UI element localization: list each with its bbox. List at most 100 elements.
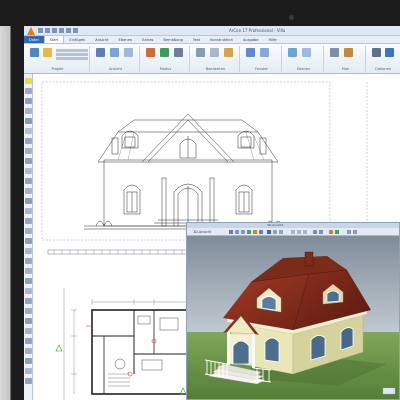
layer-tool-icon[interactable] xyxy=(25,268,32,274)
options-button[interactable] xyxy=(370,48,382,66)
plants-icon[interactable] xyxy=(335,230,339,234)
delete-tool-icon[interactable] xyxy=(25,348,32,354)
light-tool-icon[interactable] xyxy=(25,208,32,214)
ribbon-group-modus: Modus xyxy=(142,46,190,72)
print-icon[interactable] xyxy=(73,28,78,33)
decorate-mode-button[interactable] xyxy=(158,48,170,66)
windows-icon xyxy=(245,48,255,57)
save-icon[interactable] xyxy=(52,28,57,33)
app-logo-icon[interactable] xyxy=(27,27,35,35)
section-tool-icon[interactable] xyxy=(25,228,32,234)
ribbon-group-label: Plan xyxy=(341,67,350,71)
symbol-tool-icon[interactable] xyxy=(25,258,32,264)
move-tool-icon[interactable] xyxy=(25,338,32,344)
column-tool-icon[interactable] xyxy=(25,188,32,194)
tab-hilfe[interactable]: Hilfe xyxy=(263,36,281,43)
window-tool-icon[interactable] xyxy=(25,108,32,114)
new-file-icon[interactable] xyxy=(38,28,43,33)
settings-icon[interactable] xyxy=(347,230,351,234)
camera-icon[interactable] xyxy=(259,230,263,234)
tab-ausgabe[interactable]: Ausgabe xyxy=(238,36,264,43)
zoom-tool-icon[interactable] xyxy=(25,298,32,304)
house-elevation-drawing xyxy=(84,113,296,230)
layers-button[interactable] xyxy=(286,48,298,66)
tab-start[interactable]: Start xyxy=(43,36,65,43)
select-tool-icon[interactable] xyxy=(25,78,32,84)
dimension-tool-icon[interactable] xyxy=(25,148,32,154)
plan-export-button[interactable] xyxy=(342,48,354,66)
screenshot-icon[interactable] xyxy=(313,230,317,234)
line-tool-icon[interactable] xyxy=(25,168,32,174)
walk-icon[interactable] xyxy=(247,230,251,234)
video-icon[interactable] xyxy=(319,230,323,234)
tab-text[interactable]: Text xyxy=(188,36,205,43)
tab-ebenen[interactable]: Ebenen xyxy=(114,36,138,43)
cut-button[interactable] xyxy=(194,48,206,66)
texture-icon[interactable] xyxy=(291,230,295,234)
sun-icon[interactable] xyxy=(253,230,257,234)
zoom-in-icon[interactable] xyxy=(235,230,239,234)
pan-tool-icon[interactable] xyxy=(25,308,32,314)
stair-tool-icon[interactable] xyxy=(25,128,32,134)
paint-icon xyxy=(159,48,169,57)
wall-tool-icon[interactable] xyxy=(25,88,32,94)
window-arrange-button[interactable] xyxy=(244,48,256,66)
tab-konstruktion[interactable]: Konstruktion xyxy=(205,36,238,43)
tab-ansicht[interactable]: Ansicht xyxy=(90,36,113,43)
fullscreen-icon[interactable] xyxy=(353,230,357,234)
measure-tool-icon[interactable] xyxy=(25,248,32,254)
view-3d-tab[interactable]: 3D-Ansicht xyxy=(193,228,211,236)
view-3d-scene[interactable] xyxy=(187,236,399,399)
app-window: ArCon 17 Professional - Villa Datei Star… xyxy=(24,26,400,400)
new-window-icon xyxy=(259,48,269,57)
properties-tool-icon[interactable] xyxy=(25,358,32,364)
print-tool-icon[interactable] xyxy=(25,378,32,384)
view-split-button[interactable] xyxy=(122,48,134,66)
shaded-icon[interactable] xyxy=(279,230,283,234)
view-3d-button[interactable] xyxy=(108,48,120,66)
hatch-tool-icon[interactable] xyxy=(25,238,32,244)
room-tool-icon[interactable] xyxy=(25,98,32,104)
plan-print-button[interactable] xyxy=(328,48,340,66)
text-tool-icon[interactable] xyxy=(25,158,32,164)
material-icon[interactable] xyxy=(329,230,333,234)
render-icon[interactable] xyxy=(267,230,271,234)
clipboard-icon xyxy=(223,48,233,57)
redo-icon[interactable] xyxy=(66,28,71,33)
tab-einfuegen[interactable]: Einfügen xyxy=(64,36,90,43)
mirror-tool-icon[interactable] xyxy=(25,328,32,334)
snap-tool-icon[interactable] xyxy=(25,288,32,294)
orbit-icon[interactable] xyxy=(229,230,233,234)
grid-tool-icon[interactable] xyxy=(25,278,32,284)
open-folder-icon[interactable] xyxy=(45,28,50,33)
copy-button[interactable] xyxy=(208,48,220,66)
terrain-tool-icon[interactable] xyxy=(25,218,32,224)
design-mode-button[interactable] xyxy=(144,48,156,66)
window-new-button[interactable] xyxy=(258,48,270,66)
furniture-tool-icon[interactable] xyxy=(25,198,32,204)
zoom-out-icon[interactable] xyxy=(241,230,245,234)
render-badge xyxy=(382,387,396,395)
light-icon[interactable] xyxy=(297,230,301,234)
view-2d-button[interactable] xyxy=(94,48,106,66)
rotate-tool-icon[interactable] xyxy=(25,318,32,324)
open-project-button[interactable] xyxy=(41,48,53,66)
walk-mode-button[interactable] xyxy=(172,48,184,66)
door-tool-icon[interactable] xyxy=(25,118,32,124)
tab-bemassung[interactable]: Bemaßung xyxy=(158,36,187,43)
shadow-icon[interactable] xyxy=(303,230,307,234)
tab-extras[interactable]: Extras xyxy=(137,36,158,43)
help-button[interactable] xyxy=(383,48,395,66)
paste-button[interactable] xyxy=(222,48,234,66)
floors-button[interactable] xyxy=(300,48,312,66)
project-options-list[interactable] xyxy=(56,48,88,66)
view-3d-window[interactable]: 3D-Ansicht 3D-Ansicht xyxy=(186,222,400,400)
wireframe-icon[interactable] xyxy=(273,230,277,234)
tab-datei[interactable]: Datei xyxy=(24,36,44,43)
quick-access-toolbar xyxy=(38,28,78,33)
render-tool-icon[interactable] xyxy=(25,368,32,374)
new-project-button[interactable] xyxy=(28,48,40,66)
undo-icon[interactable] xyxy=(59,28,64,33)
roof-tool-icon[interactable] xyxy=(25,138,32,144)
circle-tool-icon[interactable] xyxy=(25,178,32,184)
